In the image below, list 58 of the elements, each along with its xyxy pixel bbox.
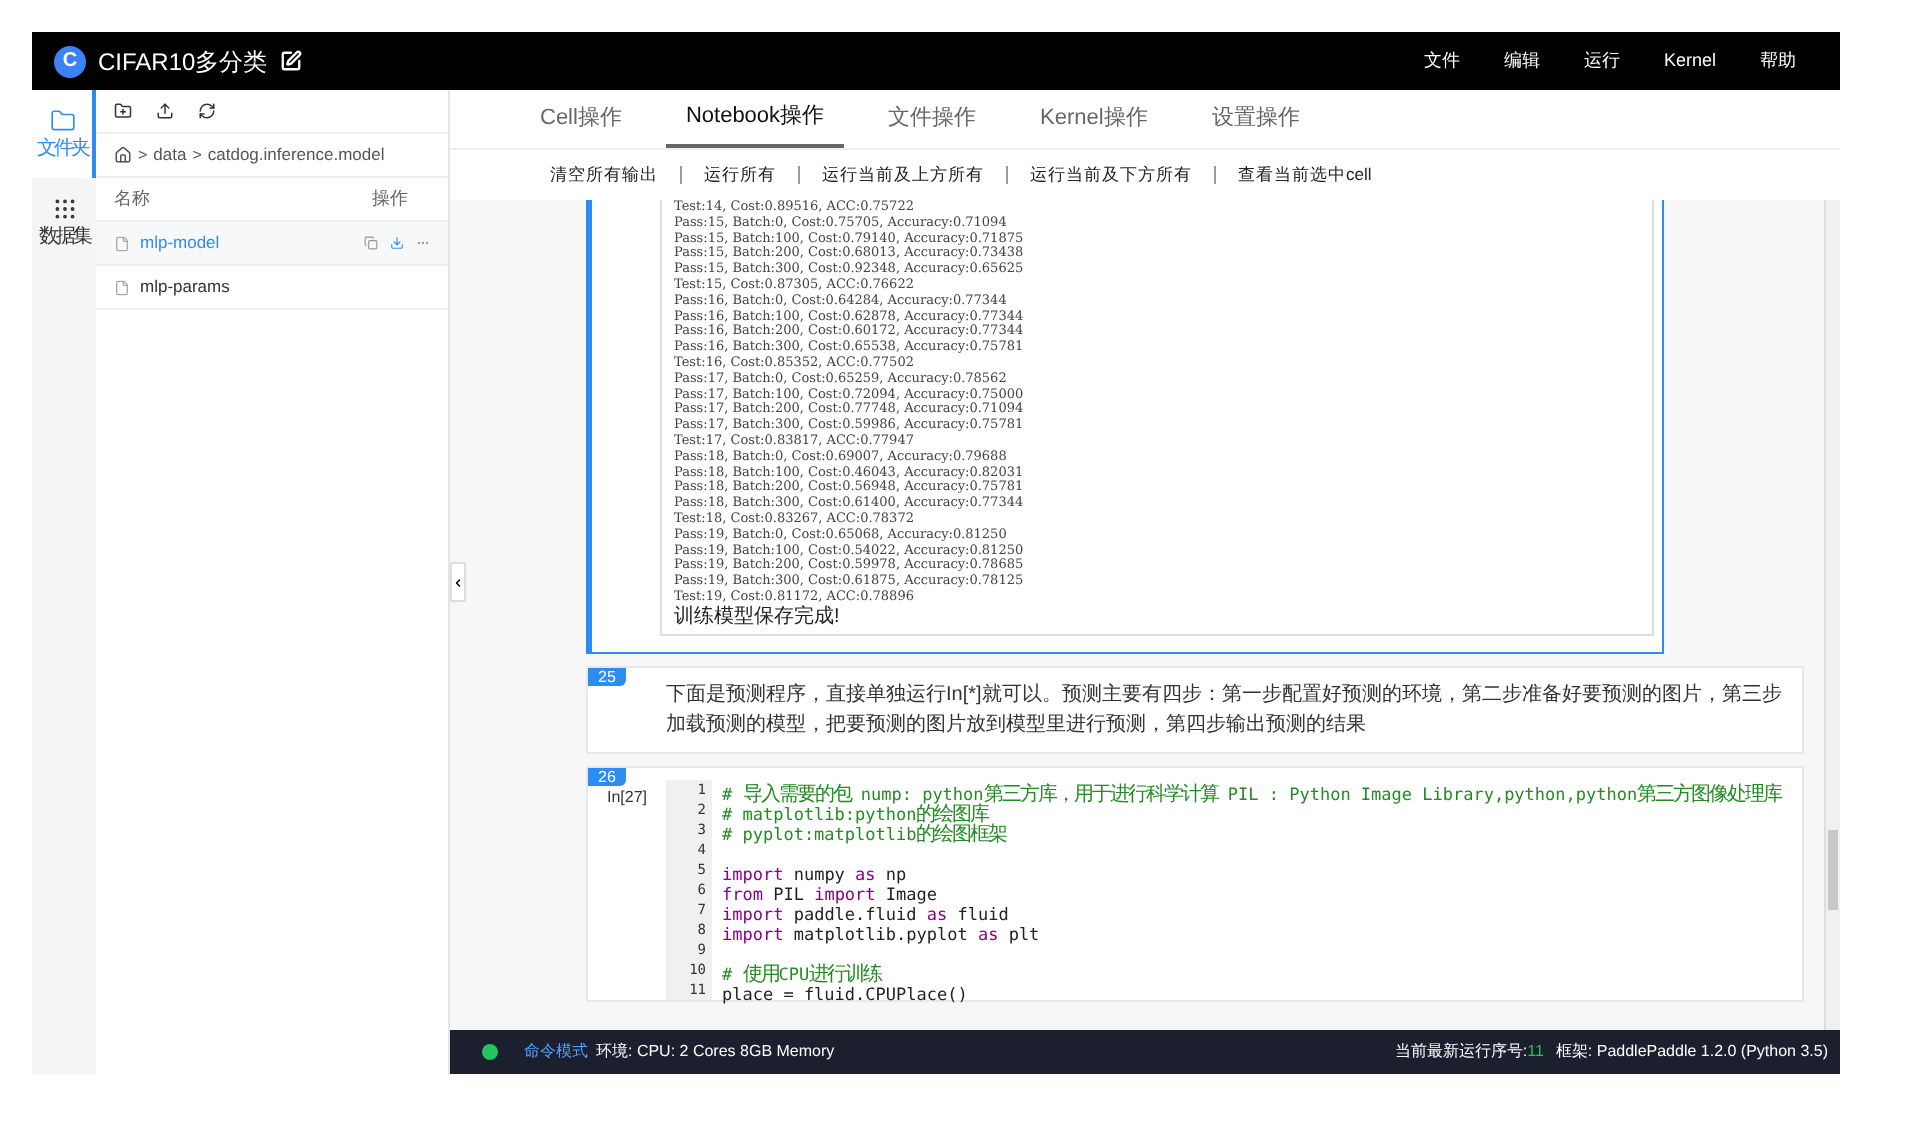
file-icon (114, 235, 130, 251)
download-icon[interactable] (390, 236, 404, 250)
new-folder-icon[interactable] (114, 102, 132, 120)
markdown-text: 下面是预测程序，直接单独运行In[*]就可以。预测主要有四步：第一步配置好预测的环境，第二步准备好要预测的图片，第三步加载预测的模型，把要预测的图片放到模型里进行预测，第四步输出预测的结果 (666, 681, 1784, 740)
scrollbar[interactable] (1824, 200, 1840, 1030)
code-line: import matplotlib.pyplot as plt (722, 924, 1040, 946)
breadcrumb-item[interactable]: data (153, 142, 187, 168)
menu-item[interactable]: 文件 (1423, 47, 1460, 75)
menu-item[interactable]: 编辑 (1503, 47, 1540, 75)
tab[interactable]: 文件操作 (868, 90, 997, 148)
code-line: # pyplot:matplotlib的绘图框架 (722, 823, 1007, 846)
copy-icon[interactable] (364, 236, 378, 250)
grid-icon (51, 196, 77, 222)
breadcrumb-separator: > (138, 143, 148, 167)
action-link[interactable]: 运行所有 (704, 162, 776, 188)
action-link[interactable]: 运行当前及上方所有 (822, 162, 984, 188)
code-line: import paddle.fluid as fluid (722, 904, 1009, 926)
menu-item[interactable]: Kernel (1663, 47, 1716, 75)
tab[interactable]: Cell操作 (520, 90, 642, 148)
logo: C (54, 45, 86, 77)
tab[interactable]: 设置操作 (1191, 90, 1320, 148)
column-header: 操作 (372, 185, 408, 212)
scrollbar-thumb[interactable] (1828, 830, 1838, 910)
cell-number: 26 (588, 767, 626, 786)
menu-item[interactable]: 帮助 (1760, 47, 1796, 75)
breadcrumb-item[interactable]: catdog.inference.model (207, 142, 385, 168)
chevron-left-icon (452, 575, 464, 589)
code-line: # matplotlib:python的绘图库 (722, 803, 989, 826)
folder-icon (49, 108, 75, 134)
output-message: 训练模型保存完成! (674, 605, 840, 630)
action-link[interactable]: 清空所有输出 (550, 162, 658, 188)
upload-icon[interactable] (156, 102, 174, 120)
mode-label: 命令模式 (524, 1040, 588, 1064)
code-line: import numpy as np (722, 863, 907, 886)
home-icon[interactable] (114, 146, 132, 164)
collapse-handle[interactable] (450, 562, 466, 602)
tab[interactable]: Kernel操作 (1020, 90, 1168, 148)
notebook-title: CIFAR10多分类 (98, 45, 268, 79)
code-line: place = fluid.CPUPlace() (722, 983, 968, 1006)
code-line: # 使用CPU进行训练 (722, 961, 882, 986)
nav-item[interactable]: 数据集 (32, 178, 96, 266)
edit-icon[interactable] (279, 50, 302, 72)
run-number: 11 (1527, 1040, 1544, 1064)
file-icon (114, 279, 130, 295)
code-line: # 导入需要的包 nump: python第三方库，用于进行科学计算 PIL : Python Image Library,python,python第三方图像处理库 (722, 781, 1782, 806)
breadcrumb-separator: > (192, 143, 202, 167)
action-link[interactable]: 运行当前及下方所有 (1030, 162, 1192, 188)
action-link[interactable]: 查看当前选中cell (1238, 162, 1372, 188)
framework-label: 框架: PaddlePaddle 1.2.0 (Python 3.5) (1555, 1040, 1828, 1064)
refresh-icon[interactable] (198, 102, 216, 120)
cell-number: 25 (588, 667, 626, 686)
menu-item[interactable]: 运行 (1583, 47, 1620, 75)
file-row[interactable]: mlp-params (96, 266, 448, 310)
cell-prompt: In[27] (604, 785, 649, 810)
environment-label: 环境: CPU: 2 Cores 8GB Memory (596, 1040, 835, 1064)
run-number-label: 当前最新运行序号: (1394, 1040, 1528, 1064)
column-header: 名称 (114, 185, 150, 212)
code-line: from PIL import Image (722, 884, 938, 906)
